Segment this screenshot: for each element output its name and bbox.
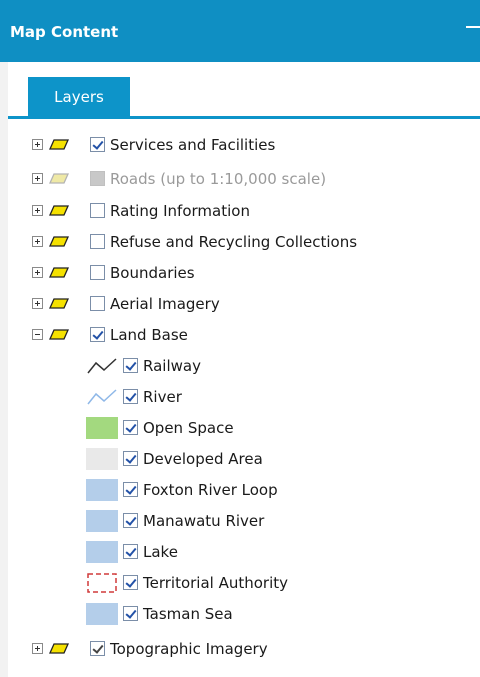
layer-checkbox[interactable]: [90, 265, 105, 280]
sublayer-checkbox[interactable]: [123, 451, 138, 466]
layer-checkbox[interactable]: [90, 327, 105, 342]
layer-symbol-icon: [49, 267, 69, 278]
tab-layers[interactable]: Layers: [28, 77, 130, 117]
sublayer-label: Railway: [143, 357, 201, 375]
minus-bar: [35, 334, 40, 335]
layer-checkbox[interactable]: [90, 171, 105, 186]
layer-label: Aerial Imagery: [110, 295, 220, 313]
sublayer-row: Developed Area: [0, 446, 480, 472]
layer-checkbox[interactable]: [90, 203, 105, 218]
layer-row: Refuse and Recycling Collections: [0, 229, 480, 255]
layer-label: Topographic Imagery: [110, 640, 268, 658]
map-content-panel: Map Content Layers Services and Faciliti…: [0, 0, 480, 677]
expand-node-icon[interactable]: [32, 236, 43, 247]
layer-row: Services and Facilities: [0, 132, 480, 158]
sublayer-checkbox[interactable]: [123, 544, 138, 559]
sublayer-checkbox[interactable]: [123, 358, 138, 373]
layer-label: Roads (up to 1:10,000 scale): [110, 170, 327, 188]
sublayer-label: Territorial Authority: [143, 574, 289, 592]
sublayer-checkbox[interactable]: [123, 482, 138, 497]
plus-bar: [37, 301, 38, 306]
expand-node-icon[interactable]: [32, 173, 43, 184]
plus-bar: [37, 142, 38, 147]
dashed-outline-icon: [87, 573, 117, 593]
layer-row: Boundaries: [0, 260, 480, 286]
expand-node-icon[interactable]: [32, 298, 43, 309]
layer-checkbox[interactable]: [90, 296, 105, 311]
layer-symbol-icon: [49, 205, 69, 216]
layer-label: Services and Facilities: [110, 136, 276, 154]
plus-bar: [37, 646, 38, 651]
layer-label: Rating Information: [110, 202, 250, 220]
sublayer-label: Open Space: [143, 419, 234, 437]
fill-swatch: [86, 417, 118, 439]
collapse-icon[interactable]: [466, 26, 480, 28]
tab-underline: [8, 116, 480, 119]
layer-row: Land Base: [0, 322, 480, 348]
expand-node-icon[interactable]: [32, 267, 43, 278]
layer-row: Rating Information: [0, 198, 480, 224]
river-line-icon: [87, 389, 117, 405]
expand-node-icon[interactable]: [32, 205, 43, 216]
fill-swatch: [86, 448, 118, 470]
panel-title: Map Content: [10, 23, 119, 41]
sublayer-label: Manawatu River: [143, 512, 265, 530]
layer-symbol-icon: [49, 298, 69, 309]
layer-symbol-icon: [49, 329, 69, 340]
sublayer-label: Tasman Sea: [143, 605, 233, 623]
layer-row: Topographic Imagery: [0, 636, 480, 662]
sublayer-row: Manawatu River: [0, 508, 480, 534]
layer-label: Land Base: [110, 326, 188, 344]
layer-symbol-icon: [49, 643, 69, 654]
fill-swatch: [86, 603, 118, 625]
layer-symbol-icon: [49, 236, 69, 247]
plus-bar: [37, 176, 38, 181]
sublayer-checkbox[interactable]: [123, 420, 138, 435]
layer-label: Boundaries: [110, 264, 195, 282]
layer-checkbox[interactable]: [90, 234, 105, 249]
sublayer-checkbox[interactable]: [123, 513, 138, 528]
layer-row: Roads (up to 1:10,000 scale): [0, 166, 480, 192]
sublayer-label: River: [143, 388, 182, 406]
sublayer-row: Foxton River Loop: [0, 477, 480, 503]
layer-row: Aerial Imagery: [0, 291, 480, 317]
layer-label: Refuse and Recycling Collections: [110, 233, 358, 251]
sublayer-label: Foxton River Loop: [143, 481, 278, 499]
layer-symbol-icon: [49, 173, 69, 184]
sublayer-checkbox[interactable]: [123, 389, 138, 404]
plus-bar: [37, 208, 38, 213]
layer-checkbox[interactable]: [90, 137, 105, 152]
plus-bar: [37, 270, 38, 275]
fill-swatch: [86, 510, 118, 532]
fill-swatch: [86, 479, 118, 501]
layer-symbol-icon: [49, 139, 69, 150]
plus-bar: [37, 239, 38, 244]
collapse-node-icon[interactable]: [32, 329, 43, 340]
sublayer-checkbox[interactable]: [123, 575, 138, 590]
sublayer-row: Lake: [0, 539, 480, 565]
sublayer-row: Open Space: [0, 415, 480, 441]
sublayer-row: Tasman Sea: [0, 601, 480, 627]
railway-line-icon: [87, 358, 117, 374]
sublayer-row: Railway: [0, 353, 480, 379]
sublayer-label: Lake: [143, 543, 178, 561]
expand-node-icon[interactable]: [32, 643, 43, 654]
fill-swatch: [86, 541, 118, 563]
sublayer-label: Developed Area: [143, 450, 263, 468]
expand-node-icon[interactable]: [32, 139, 43, 150]
layer-checkbox[interactable]: [90, 641, 105, 656]
sublayer-row: Territorial Authority: [0, 570, 480, 596]
sublayer-row: River: [0, 384, 480, 410]
panel-header: Map Content: [0, 0, 480, 62]
sublayer-checkbox[interactable]: [123, 606, 138, 621]
